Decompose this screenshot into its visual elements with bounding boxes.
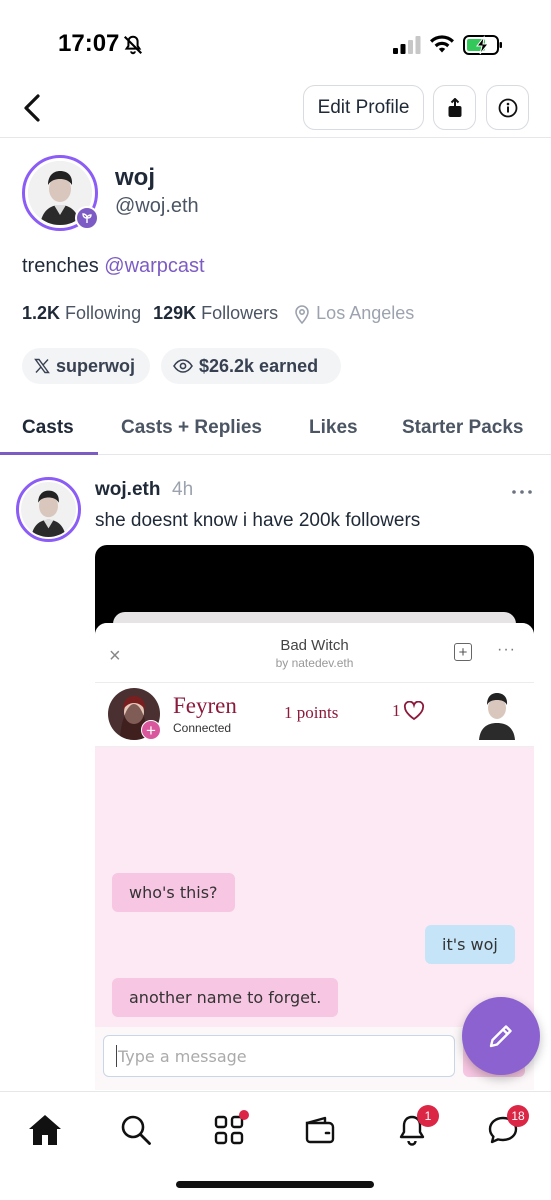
embed-topbar: × Bad Witch by natedev.eth + ···	[95, 623, 534, 683]
location-label: Los Angeles	[316, 303, 415, 323]
notifications-badge: 1	[417, 1105, 439, 1127]
home-icon	[29, 1115, 61, 1145]
points-label: 1 points	[284, 703, 339, 722]
status-bar: 17:07	[0, 0, 551, 90]
seedling-badge-icon	[75, 206, 99, 230]
cast-author-name[interactable]: woj.eth	[95, 479, 160, 501]
tab-casts[interactable]: Casts	[22, 417, 74, 439]
bio-mention-link[interactable]: @warpcast	[104, 255, 204, 277]
profile-bio: trenches @warpcast	[22, 255, 205, 278]
embed-message-input: Type a message	[103, 1035, 455, 1077]
nav-home[interactable]	[25, 1110, 65, 1150]
share-icon	[448, 97, 461, 117]
active-tab-indicator	[0, 452, 98, 455]
player-status: Connected	[173, 721, 232, 735]
heart-icon	[403, 701, 424, 721]
compose-cast-button[interactable]	[462, 997, 540, 1075]
chat-message: another name to forget.	[112, 978, 339, 1017]
search-icon	[121, 1115, 151, 1145]
nav-search[interactable]	[116, 1110, 156, 1150]
location-pin-icon	[295, 304, 309, 324]
cast-author-avatar[interactable]	[16, 477, 81, 542]
pencil-icon	[489, 1025, 512, 1048]
more-options-icon[interactable]	[511, 488, 533, 496]
nav-notifications[interactable]: 1	[392, 1105, 439, 1150]
wallet-icon	[305, 1116, 335, 1144]
share-button[interactable]	[433, 85, 476, 130]
following-count: 1.2K	[22, 303, 61, 323]
nav-apps[interactable]	[209, 1110, 249, 1150]
bio-text: trenches	[22, 255, 99, 277]
avatar-image	[21, 482, 76, 537]
x-logo-icon	[34, 358, 50, 374]
likes-counter: 1	[392, 701, 425, 721]
location: Los Angeles	[294, 303, 414, 324]
display-name: woj	[115, 164, 155, 191]
followers-count: 129K	[153, 303, 197, 323]
chat-message: who's this?	[112, 873, 235, 912]
back-button[interactable]	[14, 88, 50, 128]
profile-stats: 1.2K Following 129K Followers Los Angele…	[22, 303, 414, 324]
embed-game-header: + Feyren Connected 1 points 1	[95, 683, 534, 747]
cast-embed-image[interactable]: × Bad Witch by natedev.eth + ··· + Feyre…	[95, 545, 534, 1090]
following-stat[interactable]: 1.2K Following	[22, 303, 141, 324]
embed-add-icon: +	[454, 643, 472, 661]
tab-casts-replies[interactable]: Casts + Replies	[121, 417, 262, 439]
x-account-chip[interactable]: superwoj	[22, 348, 150, 384]
followers-label: Followers	[201, 303, 279, 323]
username: @woj.eth	[115, 195, 199, 217]
cast-text: she doesnt know i have 200k followers	[95, 510, 421, 531]
cast-timestamp: 4h	[172, 479, 194, 500]
chevron-left-icon	[24, 94, 40, 122]
earned-label: $26.2k earned	[199, 355, 319, 376]
tab-starter-packs[interactable]: Starter Packs	[402, 417, 523, 439]
player-name: Feyren	[173, 693, 237, 718]
tab-likes[interactable]: Likes	[309, 417, 358, 439]
bell-muted-icon	[123, 35, 143, 55]
following-label: Following	[65, 303, 142, 323]
earned-chip: $26.2k earned	[161, 348, 341, 384]
battery-charging-icon	[463, 35, 502, 55]
apps-notification-dot	[239, 1110, 249, 1120]
woj-avatar	[479, 693, 515, 740]
likes-count: 1	[392, 701, 401, 720]
chat-message: it's woj	[425, 925, 515, 964]
feyren-add-icon: +	[141, 720, 161, 740]
embed-chat-area: who's this? it's woj another name to for…	[95, 747, 534, 1037]
followers-stat[interactable]: 129K Followers	[153, 303, 278, 324]
info-icon	[498, 98, 517, 117]
profile-tabs: Casts Casts + Replies Likes Starter Pack…	[0, 405, 551, 455]
messages-badge: 18	[507, 1105, 529, 1127]
home-indicator	[176, 1181, 374, 1188]
apps-icon	[214, 1115, 244, 1145]
info-button[interactable]	[486, 85, 529, 130]
edit-profile-button[interactable]: Edit Profile	[303, 85, 424, 130]
eye-icon	[173, 359, 193, 373]
x-handle: superwoj	[56, 355, 136, 376]
profile-header: Edit Profile	[0, 80, 551, 138]
cellular-signal-icon	[393, 36, 421, 54]
status-time: 17:07	[58, 30, 120, 57]
embed-more-icon: ···	[497, 641, 516, 658]
nav-messages[interactable]: 18	[483, 1105, 529, 1150]
nav-wallet[interactable]	[300, 1110, 340, 1150]
wifi-icon	[430, 35, 454, 53]
